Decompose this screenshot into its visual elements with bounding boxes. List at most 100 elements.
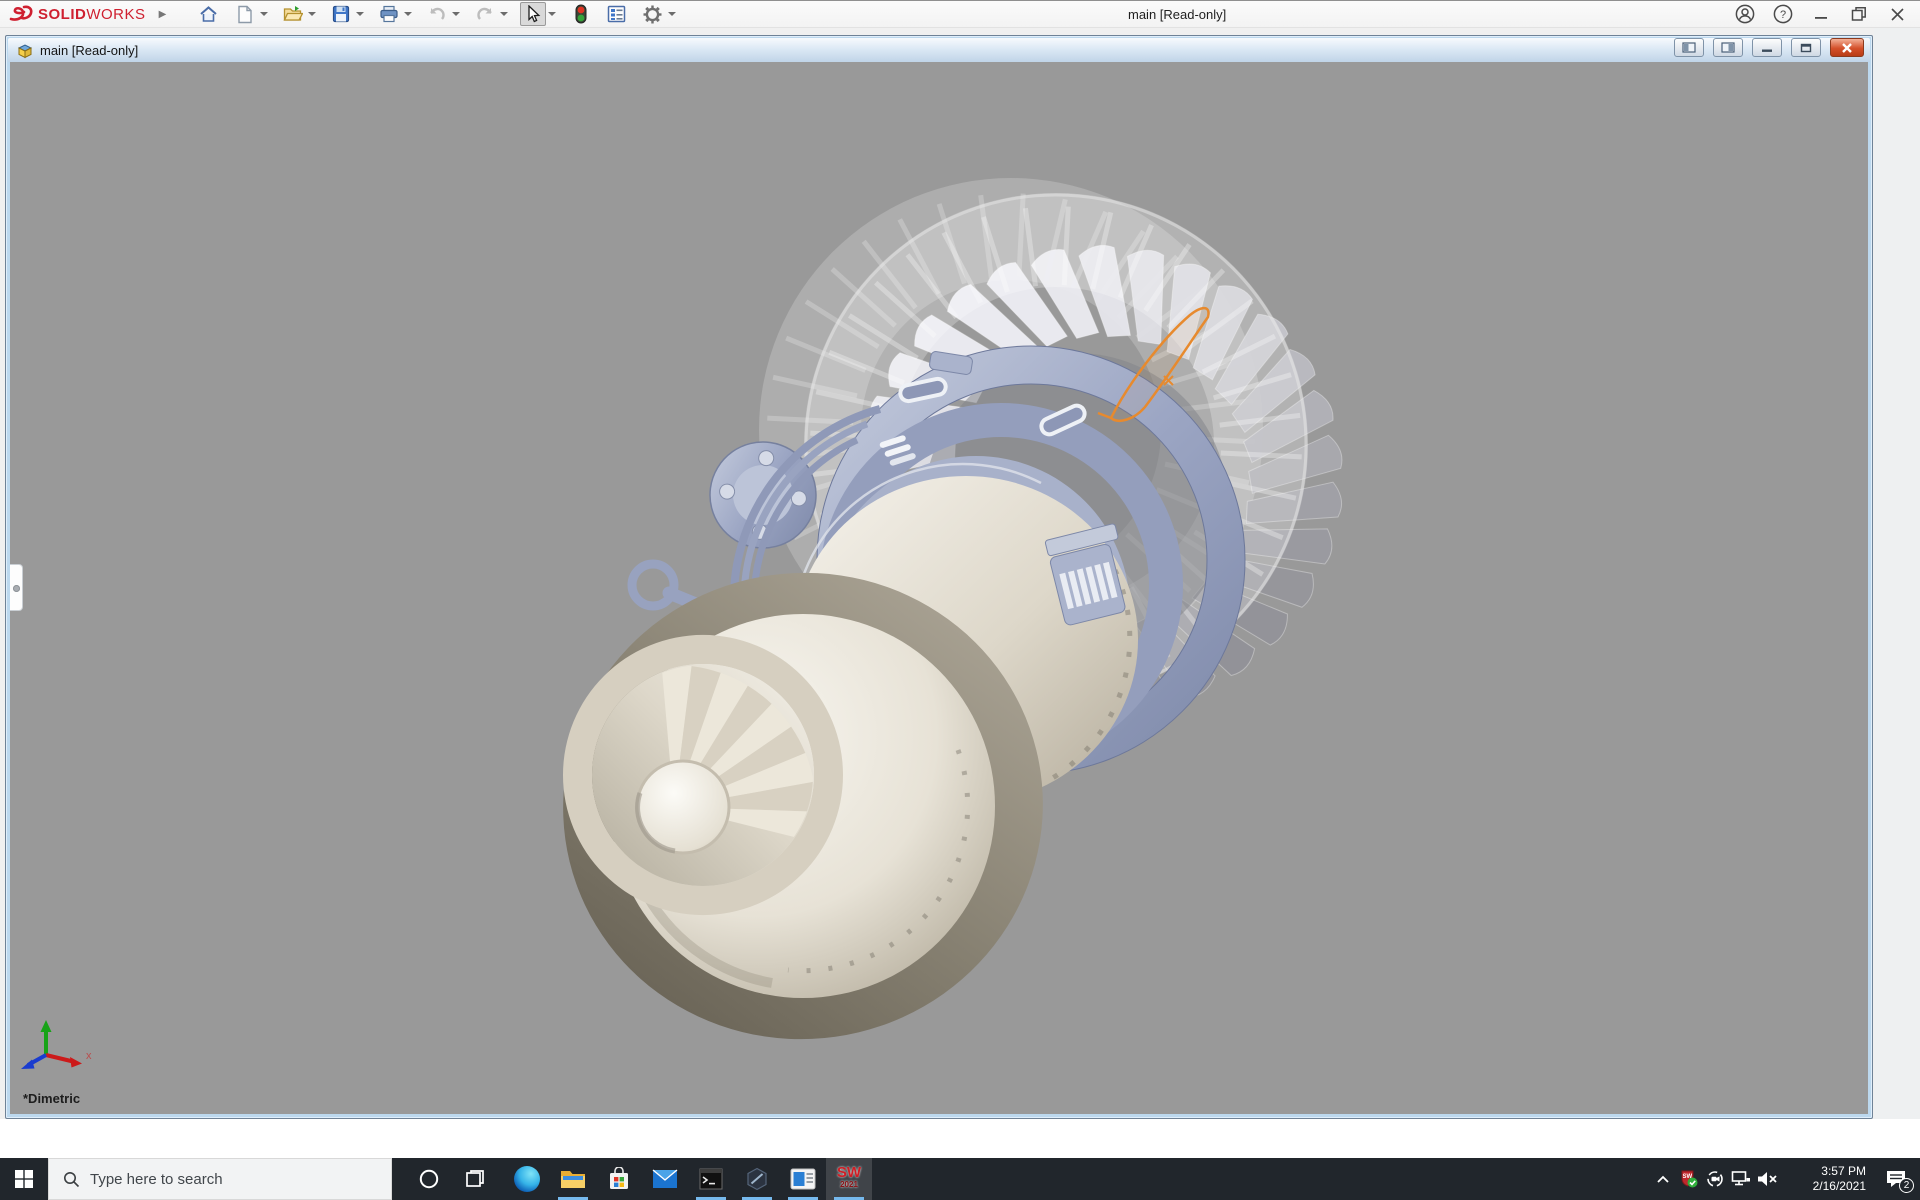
document-title: main [Read-only] [40, 43, 138, 58]
print-dropdown[interactable] [402, 2, 414, 26]
taskbar-app-edge[interactable] [504, 1158, 550, 1200]
view-orientation-label: *Dimetric [23, 1091, 80, 1106]
save-icon [332, 5, 350, 23]
hex-tool-icon [745, 1167, 769, 1191]
feature-tree-collapse-tab[interactable] [10, 564, 23, 611]
ethernet-icon [1731, 1170, 1751, 1188]
document-window: main [Read-only] [5, 35, 1873, 1119]
tray-meet-now-button[interactable] [1702, 1158, 1728, 1200]
doc-close-button[interactable] [1830, 38, 1864, 57]
meet-now-icon [1705, 1170, 1725, 1188]
task-view-button[interactable] [452, 1158, 498, 1200]
tray-clock[interactable]: 3:57 PM 2/16/2021 [1788, 1164, 1866, 1194]
gear-icon [643, 5, 662, 24]
print-button[interactable] [376, 2, 402, 26]
taskbar-app-store[interactable] [596, 1158, 642, 1200]
new-document-button[interactable] [232, 2, 258, 26]
open-folder-icon [283, 5, 303, 23]
help-icon: ? [1773, 4, 1793, 24]
doc-minimize-button[interactable] [1752, 38, 1782, 57]
undo-button[interactable] [424, 2, 450, 26]
system-window-icon [790, 1168, 816, 1190]
start-button[interactable] [0, 1158, 48, 1200]
system-tray: SW [1650, 1158, 1920, 1200]
new-document-icon [237, 5, 253, 24]
doc-restore-button[interactable] [1791, 38, 1821, 57]
reference-triad: x [21, 1020, 92, 1069]
save-dropdown[interactable] [354, 2, 366, 26]
solidworks-logo: SOLIDWORKS [8, 2, 146, 26]
jet-engine-model[interactable]: x [10, 62, 1868, 1114]
doc-restore-icon [1800, 43, 1812, 53]
taskbar-app-system-window[interactable] [780, 1158, 826, 1200]
account-icon [1735, 4, 1755, 24]
chevron-up-icon [1656, 1174, 1670, 1184]
options-button[interactable] [640, 2, 666, 26]
redo-icon [475, 6, 495, 22]
undo-icon [427, 6, 447, 22]
rebuild-button[interactable] [568, 2, 594, 26]
taskbar-app-terminal[interactable] [688, 1158, 734, 1200]
redo-button[interactable] [472, 2, 498, 26]
taskbar-app-file-explorer[interactable] [550, 1158, 596, 1200]
cortana-button[interactable] [406, 1158, 452, 1200]
tray-solidworks-monitor[interactable]: SW [1676, 1158, 1702, 1200]
tile-right-button[interactable] [1713, 38, 1743, 57]
tile-left-button[interactable] [1674, 38, 1704, 57]
search-icon [63, 1171, 80, 1188]
tray-date: 2/16/2021 [1788, 1179, 1866, 1194]
notification-badge: 2 [1899, 1178, 1914, 1193]
tray-chevron-button[interactable] [1650, 1158, 1676, 1200]
print-icon [379, 5, 399, 23]
sw-shield-check-icon: SW [1679, 1169, 1699, 1189]
rebuild-traffic-light-icon [575, 4, 587, 24]
solidworks-logo-text: SOLIDWORKS [38, 6, 146, 23]
taskbar-app-hex-tool[interactable] [734, 1158, 780, 1200]
graphics-viewport[interactable]: x *Dimetric [10, 62, 1868, 1114]
app-window-controls: ? [1730, 0, 1912, 28]
doc-minimize-icon [1761, 43, 1773, 53]
redo-dropdown[interactable] [498, 2, 510, 26]
app-titlebar: SOLIDWORKS ▶ [0, 0, 1920, 28]
task-pane-area [1874, 28, 1920, 1158]
open-dropdown[interactable] [306, 2, 318, 26]
taskbar-app-mail[interactable] [642, 1158, 688, 1200]
taskbar-app-solidworks[interactable]: SW 2021 [826, 1158, 872, 1200]
axis-x-label: x [86, 1050, 92, 1062]
task-view-icon [465, 1169, 485, 1189]
search-placeholder: Type here to search [90, 1171, 223, 1188]
document-titlebar[interactable]: main [Read-only] [8, 38, 1870, 62]
mail-icon [652, 1169, 678, 1189]
doc-close-icon [1841, 43, 1853, 53]
terminal-icon [699, 1168, 723, 1190]
file-properties-button[interactable] [604, 2, 630, 26]
tray-network-button[interactable] [1728, 1158, 1754, 1200]
select-tool-dropdown[interactable] [546, 2, 558, 26]
new-document-dropdown[interactable] [258, 2, 270, 26]
app-window-title: main [Read-only] [1128, 7, 1226, 22]
undo-dropdown[interactable] [450, 2, 462, 26]
restore-icon [1851, 6, 1867, 22]
help-button[interactable]: ? [1768, 2, 1798, 26]
save-button[interactable] [328, 2, 354, 26]
home-button[interactable] [196, 2, 222, 26]
close-button[interactable] [1882, 2, 1912, 26]
action-center-button[interactable]: 2 [1872, 1158, 1920, 1200]
file-explorer-icon [560, 1168, 586, 1190]
account-button[interactable] [1730, 2, 1760, 26]
taskbar-search-input[interactable]: Type here to search [48, 1158, 392, 1200]
minimize-button[interactable] [1806, 2, 1836, 26]
home-icon [199, 5, 218, 24]
tile-right-icon [1721, 42, 1735, 53]
restore-button[interactable] [1844, 2, 1874, 26]
toolbar-flyout-arrow[interactable]: ▶ [156, 5, 170, 23]
minimize-icon [1814, 7, 1828, 21]
options-dropdown[interactable] [666, 2, 678, 26]
open-button[interactable] [280, 2, 306, 26]
tray-volume-button[interactable] [1754, 1158, 1780, 1200]
screen: SOLIDWORKS ▶ [0, 0, 1920, 1200]
select-tool-button[interactable] [520, 2, 546, 26]
tile-left-icon [1682, 42, 1696, 53]
statusbar-area [0, 1119, 1920, 1158]
document-window-controls [1674, 38, 1864, 57]
